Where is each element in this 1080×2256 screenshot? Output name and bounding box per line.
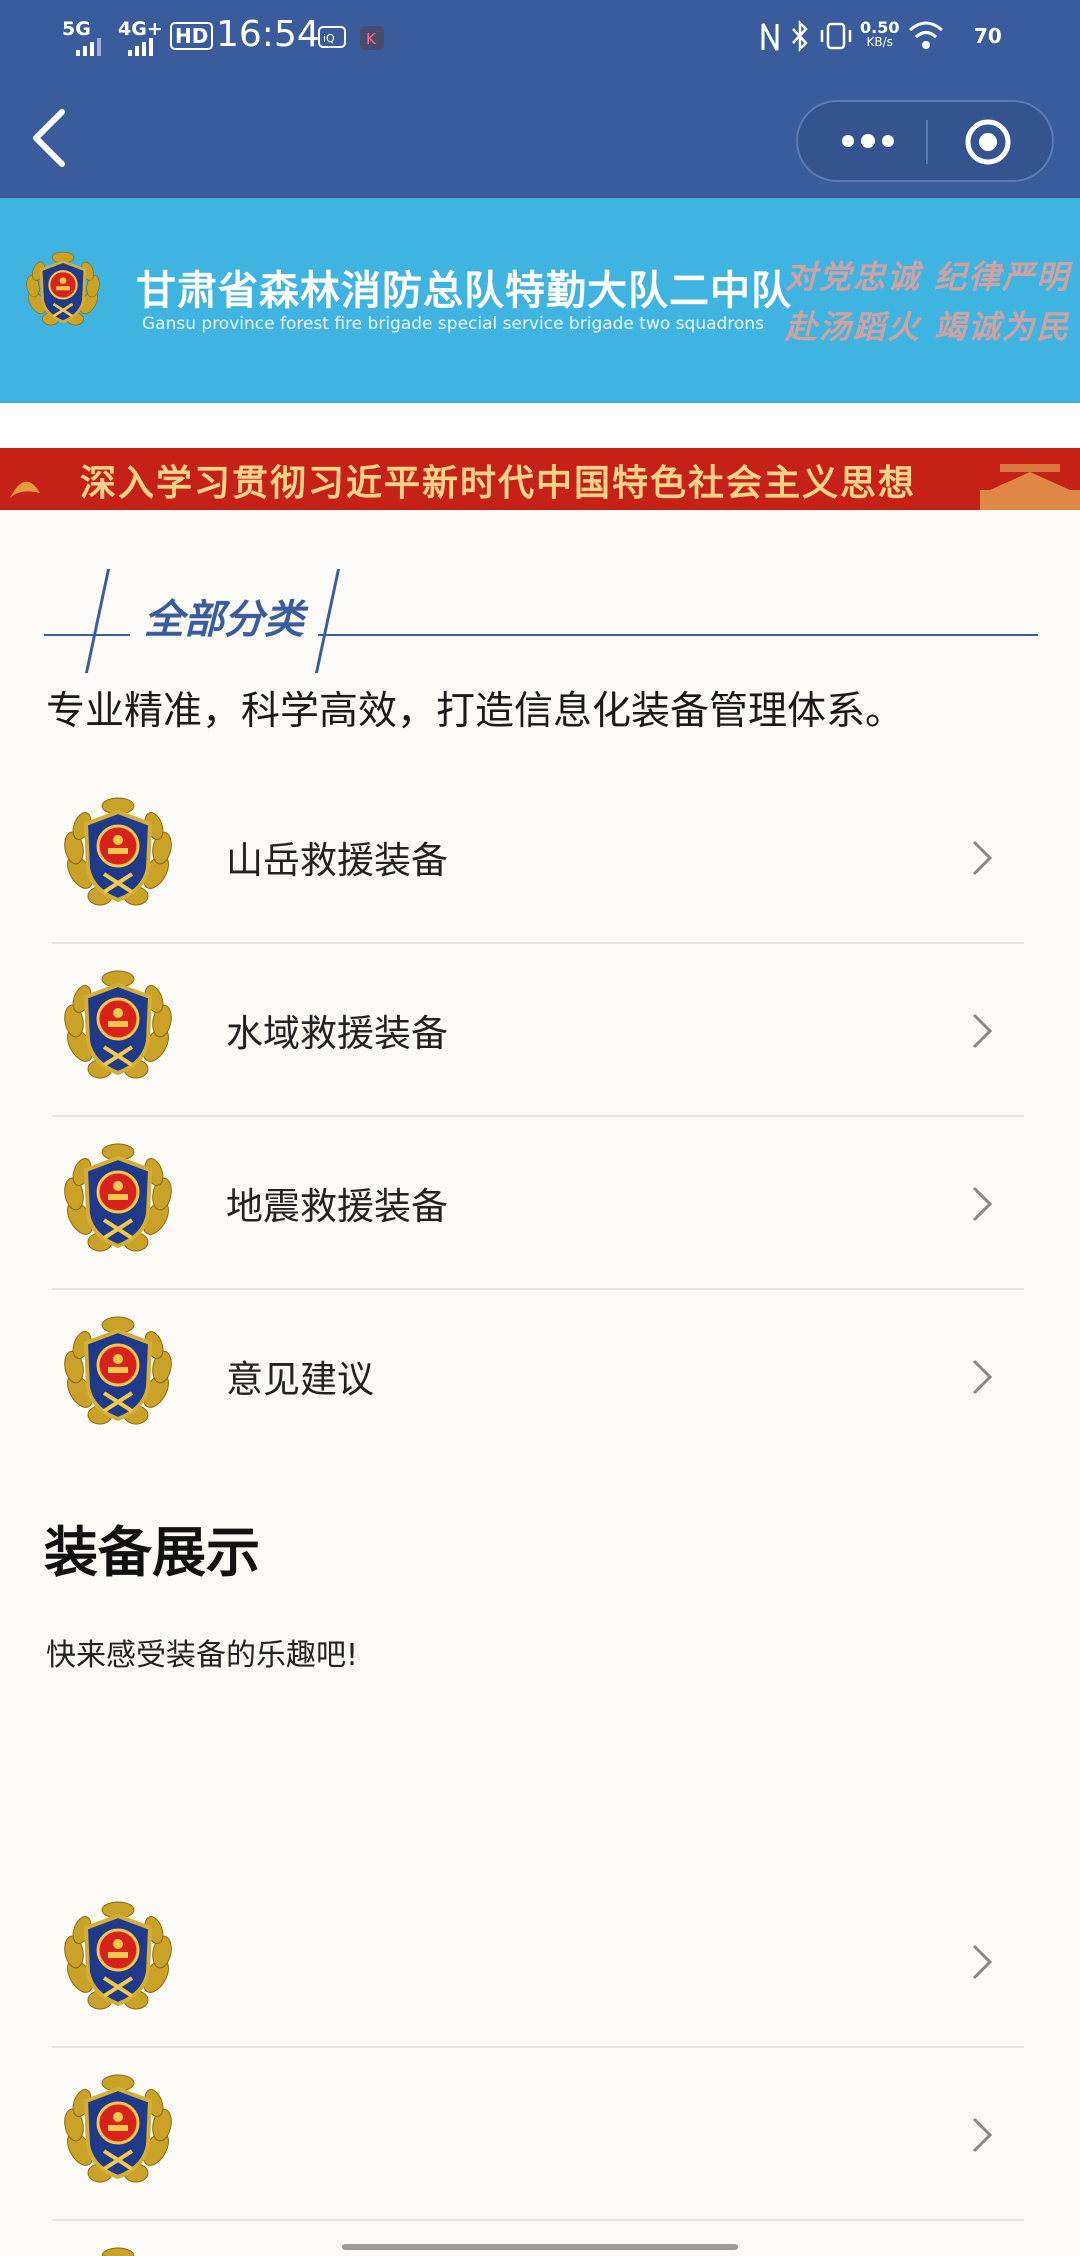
equipment-item[interactable] (52, 2049, 1024, 2221)
red-slogan-banner: 深入学习贯彻习近平新时代中国特色社会主义思想 (0, 448, 1080, 510)
top-bar: 5G 4G+ HD 16:54 iQ K 0.50 KB/s 70 (0, 0, 1080, 198)
category-label: 意见建议 (226, 1358, 374, 1401)
fire-rescue-emblem-icon (58, 792, 178, 918)
org-name-en: Gansu province forest fire brigade speci… (142, 314, 764, 334)
category-item-water-rescue[interactable]: 水域救援装备 (52, 945, 1024, 1117)
app-notification-icon: K (360, 26, 384, 50)
fire-rescue-emblem-icon (20, 248, 106, 334)
category-label: 山岳救援装备 (226, 839, 448, 882)
clock: 16:54 (216, 14, 320, 55)
equipment-subtitle: 快来感受装备的乐趣吧! (46, 1638, 359, 1673)
equipment-item-partial[interactable] (52, 2222, 1024, 2256)
fire-rescue-emblem-icon (58, 2242, 178, 2256)
list-divider (52, 942, 1024, 944)
svg-text:iQ: iQ (323, 32, 335, 45)
slogan-line-2: 赴汤蹈火 竭诚为民 (785, 308, 1071, 346)
network-speed: 0.50 KB/s (860, 18, 900, 50)
fire-rescue-emblem-icon (58, 1896, 178, 2022)
capsule-divider (926, 120, 928, 164)
wifi-icon (909, 21, 943, 49)
bluetooth-icon (792, 20, 808, 52)
close-miniprogram-icon[interactable] (964, 118, 1012, 166)
org-name: 甘肃省森林消防总队特勤大队二中队 (136, 268, 792, 314)
chevron-right-icon (972, 1013, 993, 1049)
category-item-mountain-rescue[interactable]: 山岳救援装备 (52, 772, 1024, 944)
equipment-title: 装备展示 (44, 1521, 260, 1584)
chevron-right-icon (972, 840, 993, 876)
list-divider (52, 2219, 1024, 2221)
status-bar: 5G 4G+ HD 16:54 iQ K 0.50 KB/s 70 (0, 0, 1080, 75)
header-slash-left (84, 569, 111, 673)
iqiyi-icon: iQ (318, 26, 346, 48)
category-label: 地震救援装备 (226, 1185, 448, 1228)
org-banner: 甘肃省森林消防总队特勤大队二中队 Gansu province forest f… (0, 198, 1080, 403)
header-slash-right (314, 569, 341, 673)
category-label: 水域救援装备 (226, 1012, 448, 1055)
battery-level: 70 (974, 24, 1002, 48)
home-indicator[interactable] (342, 2244, 738, 2250)
miniprogram-capsule (796, 100, 1054, 182)
chevron-right-icon (972, 1359, 993, 1395)
category-item-earthquake-rescue[interactable]: 地震救援装备 (52, 1118, 1024, 1290)
fire-rescue-emblem-icon (58, 2069, 178, 2195)
category-tagline: 专业精准，科学高效，打造信息化装备管理体系。 (46, 689, 905, 734)
red-banner-text: 深入学习贯彻习近平新时代中国特色社会主义思想 (80, 462, 917, 504)
back-arrow-icon[interactable] (28, 108, 72, 168)
signal-icon-2 (128, 38, 153, 56)
svg-text:K: K (366, 30, 377, 48)
chevron-right-icon (972, 1944, 993, 1980)
battery-indicator: 70 (956, 22, 1002, 50)
hd-badge: HD (170, 22, 214, 50)
list-divider (52, 1288, 1024, 1290)
chevron-right-icon (972, 2117, 993, 2153)
category-section-header: 全部分类 (44, 565, 1038, 675)
fire-rescue-emblem-icon (58, 965, 178, 1091)
nfc-icon (761, 23, 779, 51)
tiananmen-icon (980, 464, 1080, 510)
category-title: 全部分类 (130, 587, 318, 645)
more-options-icon[interactable] (838, 118, 898, 164)
chevron-right-icon (972, 1186, 993, 1222)
signal-icon (76, 38, 101, 56)
fire-rescue-emblem-icon (58, 1138, 178, 1264)
fire-rescue-emblem-icon (58, 1311, 178, 1437)
equipment-item[interactable] (52, 1876, 1024, 2048)
flower-decoration-icon (10, 481, 40, 498)
list-divider (52, 2046, 1024, 2048)
spacer (0, 403, 1080, 448)
list-divider (52, 1115, 1024, 1117)
slogan-line-1: 对党忠诚 纪律严明 (785, 258, 1071, 296)
vibrate-icon (820, 22, 852, 50)
category-item-feedback[interactable]: 意见建议 (52, 1291, 1024, 1463)
